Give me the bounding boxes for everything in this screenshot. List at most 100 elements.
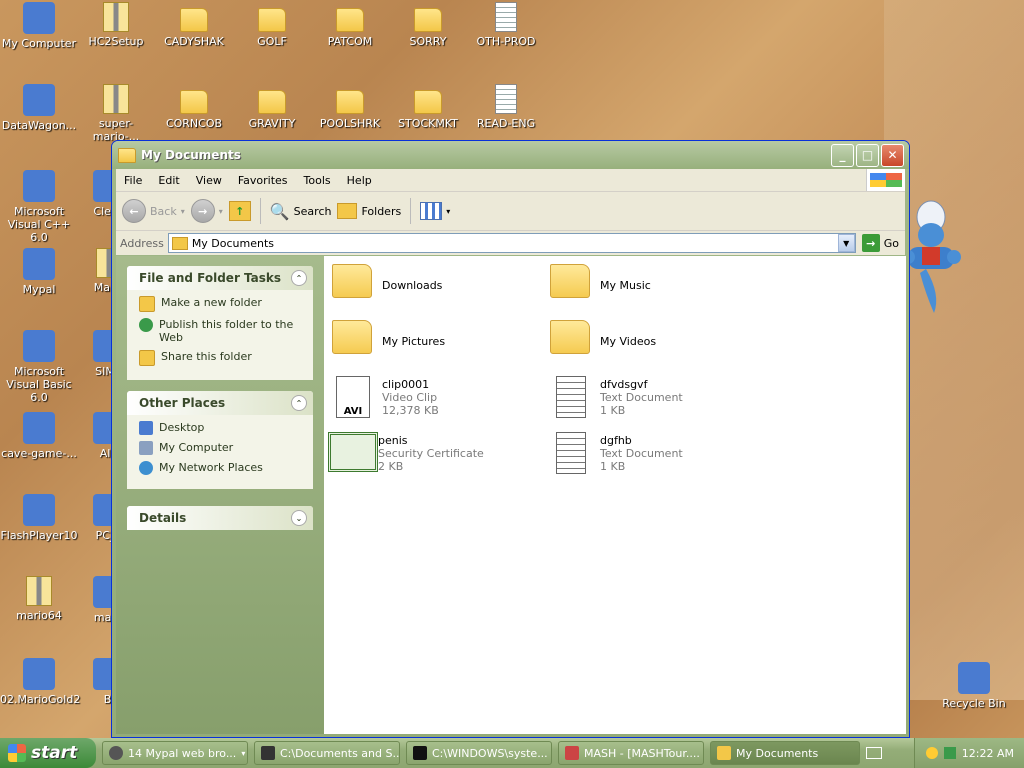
desktop-icon-item[interactable]: STOCKMKT — [389, 84, 467, 130]
desktop-icon-item[interactable]: mario64 — [0, 576, 78, 622]
task-publish-web[interactable]: Publish this folder to the Web — [139, 318, 303, 344]
publish-web-icon — [139, 318, 153, 332]
desktop-icon-item[interactable]: HC2Setup — [77, 2, 155, 48]
collapse-chevron-icon[interactable]: ⌃ — [291, 270, 307, 286]
file-folder-tasks-panel: File and Folder Tasks ⌃ Make a new folde… — [127, 266, 313, 380]
desktop-icon-item[interactable]: SORRY — [389, 2, 467, 48]
task-share-folder[interactable]: Share this folder — [139, 350, 303, 366]
desktop-icon-item[interactable]: READ-ENG — [467, 84, 545, 130]
folder-up-icon: ↑ — [228, 201, 251, 221]
other-places-header[interactable]: Other Places ⌃ — [127, 391, 313, 415]
file-item-my-pictures[interactable]: My Pictures — [332, 320, 445, 362]
address-input[interactable]: My Documents ▼ — [167, 233, 856, 253]
clock[interactable]: 12:22 AM — [962, 747, 1014, 760]
desktop-icon-item[interactable]: super-mario-... — [77, 84, 155, 143]
taskbar-button-7zip[interactable]: C:\Documents and S... — [254, 741, 400, 765]
explorer-window: My Documents _ □ ✕ File Edit View Favori… — [111, 140, 910, 738]
taskbar-button-mash[interactable]: MASH - [MASHTour.... — [558, 741, 704, 765]
go-button[interactable]: → Go — [861, 234, 899, 252]
close-button[interactable]: ✕ — [881, 143, 904, 167]
forward-button[interactable]: → ▾ — [190, 199, 223, 223]
mypal-icon — [109, 746, 123, 760]
desktop-icon-label: GOLF — [257, 35, 287, 48]
file-item-certificate[interactable]: penis Security Certificate 2 KB — [328, 432, 484, 474]
file-size: 1 KB — [600, 403, 626, 417]
desktop-icon-item[interactable]: GRAVITY — [233, 84, 311, 130]
desktop-icon-item[interactable]: Microsoft Visual C++ 6.0 — [0, 170, 78, 244]
taskbar-button-cmd[interactable]: C:\WINDOWS\syste... — [406, 741, 552, 765]
desktop-icon-item[interactable]: GOLF — [233, 2, 311, 48]
taskbar-button-my-documents[interactable]: My Documents — [710, 741, 860, 765]
file-name: clip0001 — [382, 377, 430, 391]
certificate-icon — [328, 432, 378, 472]
back-dropdown-icon[interactable]: ▾ — [181, 207, 185, 216]
details-header[interactable]: Details ⌄ — [127, 506, 313, 530]
menu-view[interactable]: View — [188, 174, 230, 187]
file-item-clip0001[interactable]: AVI clip0001 Video Clip 12,378 KB — [332, 376, 439, 418]
forward-dropdown-icon[interactable]: ▾ — [219, 207, 223, 216]
maximize-button[interactable]: □ — [856, 143, 879, 167]
file-item-my-videos[interactable]: My Videos — [550, 320, 656, 362]
desktop-icon-item[interactable]: Microsoft Visual Basic 6.0 — [0, 330, 78, 404]
minimize-button[interactable]: _ — [831, 143, 854, 167]
expand-chevron-icon[interactable]: ⌄ — [291, 510, 307, 526]
file-item-downloads[interactable]: Downloads — [332, 264, 442, 306]
file-item-dfvdsgvf[interactable]: dfvdsgvf Text Document 1 KB — [550, 376, 683, 418]
file-name: My Videos — [600, 334, 657, 348]
desktop-icon-item[interactable]: CORNCOB — [155, 84, 233, 130]
menu-tools[interactable]: Tools — [296, 174, 339, 187]
views-button[interactable]: ▾ — [420, 202, 450, 220]
file-type: Text Document — [600, 446, 683, 460]
desktop-icon-item[interactable]: POOLSHRK — [311, 84, 389, 130]
menu-file[interactable]: File — [116, 174, 150, 187]
collapse-chevron-icon[interactable]: ⌃ — [291, 395, 307, 411]
desktop-icon-item[interactable]: FlashPlayer10 — [0, 494, 78, 542]
place-desktop[interactable]: Desktop — [139, 421, 303, 435]
address-label: Address — [120, 236, 164, 250]
start-button[interactable]: start — [0, 738, 96, 768]
desktop-icon-label: 02.MarioGold2 — [0, 693, 81, 706]
desktop-icon-item[interactable]: 02.MarioGold2 — [0, 658, 81, 706]
taskbar-label: 14 Mypal web bro... — [128, 746, 237, 760]
desktop-icon-item[interactable]: PATCOM — [311, 2, 389, 48]
menu-help[interactable]: Help — [339, 174, 380, 187]
desktop-icon-label: Mypal — [22, 283, 56, 296]
generic-icon — [23, 330, 55, 362]
generic-icon — [958, 662, 990, 694]
desktop-icon-item[interactable]: Recycle Bin — [935, 662, 1013, 710]
address-value: My Documents — [191, 236, 275, 250]
file-item-my-music[interactable]: My Music — [550, 264, 651, 306]
search-button[interactable]: 🔍 Search — [270, 202, 332, 221]
up-button[interactable]: ↑ — [228, 201, 251, 221]
desktop-icon-item[interactable]: cave-game-... — [0, 412, 78, 460]
desktop-icon-item[interactable]: DataWagon... — [0, 84, 78, 132]
network-tray-icon[interactable] — [943, 747, 956, 759]
desktop-icon-item[interactable]: My Computer — [0, 2, 78, 50]
place-network[interactable]: My Network Places — [139, 461, 303, 475]
address-dropdown-icon[interactable]: ▼ — [837, 234, 855, 252]
file-list: Downloads My Music My Pictures My Videos… — [324, 256, 906, 734]
title-bar[interactable]: My Documents _ □ ✕ — [112, 141, 909, 169]
file-folder-tasks-header[interactable]: File and Folder Tasks ⌃ — [127, 266, 313, 290]
keyboard-icon[interactable] — [866, 747, 882, 759]
folder-icon — [336, 8, 364, 32]
desktop-icon-label: Recycle Bin — [942, 697, 1006, 710]
folders-icon — [337, 203, 358, 219]
taskbar-button-mypal[interactable]: 14 Mypal web bro... ▾ — [102, 741, 248, 765]
other-places-panel: Other Places ⌃ Desktop My Computer My Ne… — [127, 391, 313, 489]
desktop-icon-item[interactable]: OTH-PROD — [467, 2, 545, 48]
task-pane: File and Folder Tasks ⌃ Make a new folde… — [116, 256, 324, 734]
folders-button[interactable]: Folders — [337, 203, 401, 219]
desktop-icon-item[interactable]: CADYSHAK — [155, 2, 233, 48]
menu-favorites[interactable]: Favorites — [230, 174, 296, 187]
desktop-icon-item[interactable]: Mypal — [0, 248, 78, 296]
taskbar: start 14 Mypal web bro... ▾ C:\Documents… — [0, 738, 1024, 768]
place-my-computer[interactable]: My Computer — [139, 441, 303, 455]
genie-tray-icon[interactable] — [925, 747, 938, 759]
folder-icon — [717, 746, 731, 760]
network-places-icon — [139, 461, 153, 475]
file-item-dgfhb[interactable]: dgfhb Text Document 1 KB — [550, 432, 683, 474]
task-new-folder[interactable]: Make a new folder — [139, 296, 303, 312]
menu-edit[interactable]: Edit — [150, 174, 187, 187]
back-button[interactable]: ← Back ▾ — [122, 199, 185, 223]
